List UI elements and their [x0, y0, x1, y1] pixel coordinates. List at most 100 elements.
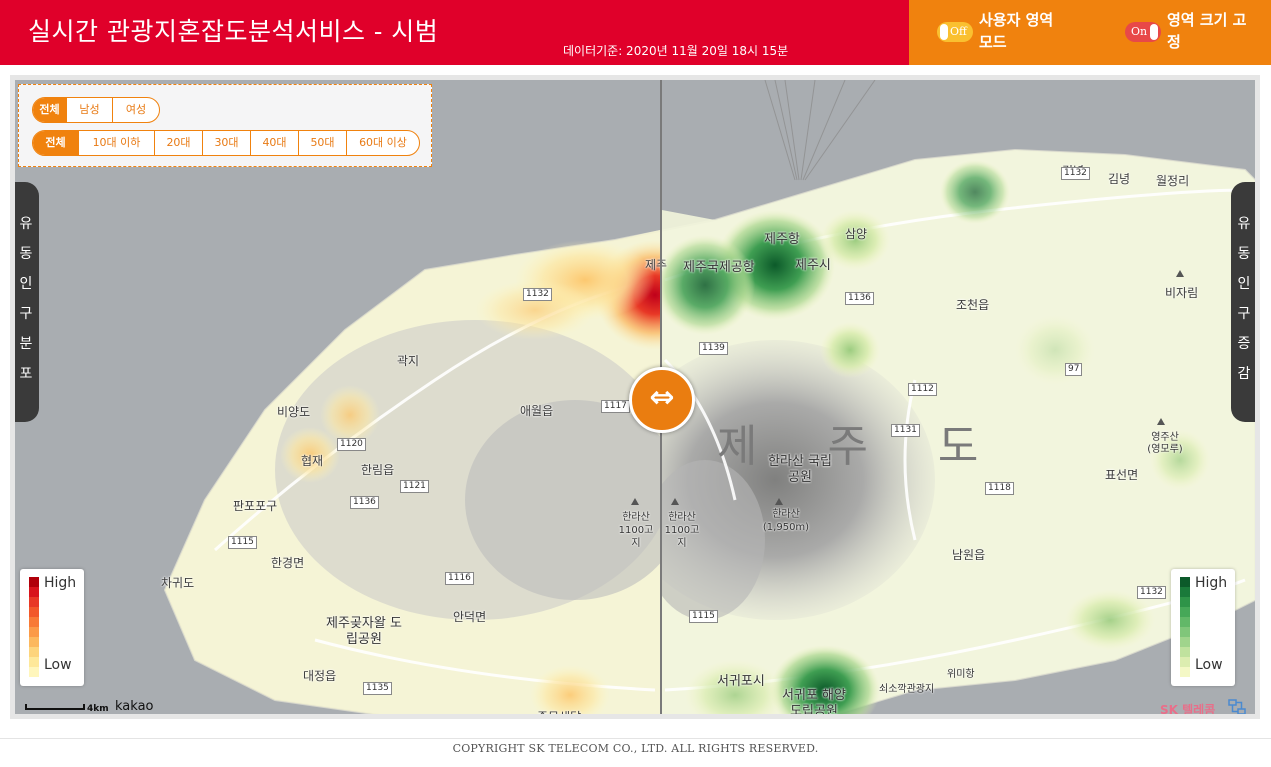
age-option-50s[interactable]: 50대 [299, 131, 347, 155]
road-number: 1115 [228, 536, 257, 549]
fix-area-size-label: 영역 크기 고정 [1167, 11, 1247, 51]
gender-option-male[interactable]: 남성 [67, 98, 113, 122]
place-panpo: 판포포구 [233, 499, 278, 513]
road-number: 1116 [445, 572, 474, 585]
place-gimnyeong-beach: 김녕 [1108, 172, 1131, 186]
footer-divider [0, 738, 1271, 739]
age-option-all[interactable]: 전체 [33, 131, 79, 155]
tab-char: 동 [1237, 246, 1251, 262]
age-option-10s[interactable]: 10대 이하 [79, 131, 155, 155]
legend-swatch [1180, 657, 1190, 667]
tab-char: 분 [19, 336, 33, 352]
legend-swatch [1180, 647, 1190, 657]
legend-high-label: High [1195, 575, 1228, 591]
place-woljeongri: 월정리 [1156, 174, 1190, 188]
legend-swatch [29, 637, 39, 647]
population-distribution-tab[interactable]: 유 동 인 구 분 포 [15, 182, 39, 422]
legend-swatch [29, 617, 39, 627]
place-hyeopjae: 협재 [301, 454, 324, 468]
tab-char: 인 [1237, 276, 1251, 292]
place-pyoseon: 표선면 [1105, 468, 1139, 482]
toggle-knob [1150, 24, 1158, 40]
place-bijarim: 비자림 [1165, 286, 1199, 300]
road-number: 1132 [1061, 167, 1090, 180]
fix-area-size-toggle[interactable]: On [1125, 22, 1161, 42]
tab-char: 구 [1237, 306, 1251, 322]
place-jungmun: 중문색달 [537, 710, 582, 719]
app-title: 실시간 관광지혼잡도분석서비스 - 시범 [28, 17, 439, 46]
island-label: 제 주 도 [717, 421, 1007, 472]
place-namwon: 남원읍 [952, 548, 986, 562]
app-header: 실시간 관광지혼잡도분석서비스 - 시범 데이터기준: 2020년 11월 20… [0, 0, 1271, 65]
place-jeju-airport: 제주국제공항 [683, 260, 755, 275]
place-andeok: 안덕면 [453, 610, 487, 624]
place-gwakji: 곽지 [397, 354, 420, 368]
map-scale-label: 4km [87, 704, 109, 714]
legend-swatch [29, 647, 39, 657]
toggle-state-text: Off [950, 25, 967, 38]
road-number: 1121 [400, 480, 429, 493]
road-number: 1118 [985, 482, 1014, 495]
place-hangyeong: 한경면 [271, 556, 305, 570]
legend-swatch [1180, 577, 1190, 587]
population-change-tab[interactable]: 유 동 인 구 증 감 [1231, 182, 1255, 422]
age-option-30s[interactable]: 30대 [203, 131, 251, 155]
gender-option-female[interactable]: 여성 [113, 98, 159, 122]
age-filter: 전체 10대 이하 20대 30대 40대 50대 60대 이상 [32, 130, 420, 156]
place-seogwipo-park: 서귀포 해양 도립공원 [782, 688, 846, 719]
kakao-logo: kakao [115, 699, 154, 714]
road-number: 97 [1065, 363, 1083, 376]
legend-swatch [29, 597, 39, 607]
legend-swatch [29, 657, 39, 667]
place-1100-highland-left: 한라산 1100고지 [618, 512, 654, 549]
road-number: 1135 [363, 682, 392, 695]
legend-swatch [1180, 597, 1190, 607]
legend-swatch [1180, 587, 1190, 597]
road-number: 1117 [601, 400, 630, 413]
place-hallasan-park: 한라산 국립공원 [768, 454, 832, 485]
place-seogwipo: 서귀포시 [717, 674, 765, 689]
road-number: 1120 [337, 438, 366, 451]
network-icon[interactable] [1228, 699, 1246, 715]
tab-char: 구 [19, 306, 33, 322]
place-jocheon: 조천읍 [956, 298, 990, 312]
tab-char: 유 [1237, 216, 1251, 232]
legend-swatch [1180, 617, 1190, 627]
place-jeju-port: 제주항 [764, 232, 800, 247]
place-yeongjusan: 영주산 (영모루) [1147, 432, 1183, 455]
place-hallasan-peak: 한라산 (1,950m) [762, 509, 810, 533]
road-number: 1112 [908, 383, 937, 396]
place-jeju-gotjawal: 제주곶자왈 도립공원 [326, 616, 402, 647]
road-number: 1136 [845, 292, 874, 305]
legend-color-ramp [1180, 577, 1190, 677]
legend-swatch [1180, 667, 1190, 677]
age-option-40s[interactable]: 40대 [251, 131, 299, 155]
road-number: 1136 [350, 496, 379, 509]
road-number: 1132 [523, 288, 552, 301]
legend-low-label: Low [44, 657, 72, 673]
road-number: 1131 [891, 424, 920, 437]
legend-swatch [29, 667, 39, 677]
user-area-mode-toggle[interactable]: Off [937, 22, 973, 42]
age-option-20s[interactable]: 20대 [155, 131, 203, 155]
tab-char: 포 [19, 366, 33, 382]
place-chagwido: 차귀도 [161, 576, 195, 590]
road-number: 1132 [1137, 586, 1166, 599]
sk-telecom-logo: SK 텔레콤 [1160, 703, 1216, 717]
user-area-mode-label: 사용자 영역 모드 [979, 11, 1054, 51]
tab-char: 유 [19, 216, 33, 232]
compare-swap-handle[interactable]: ⇔ [629, 367, 695, 433]
road-number: 1139 [699, 342, 728, 355]
distribution-legend: High Low [20, 569, 84, 686]
age-option-60s[interactable]: 60대 이상 [347, 131, 419, 155]
tab-char: 증 [1237, 336, 1251, 352]
place-soesokkak: 쇠소깍관광지 [879, 684, 935, 695]
tab-char: 인 [19, 276, 33, 292]
legend-swatch [1180, 607, 1190, 617]
gender-option-all[interactable]: 전체 [33, 98, 67, 122]
toggle-bar: Off 사용자 영역 모드 On 영역 크기 고정 [909, 0, 1271, 65]
place-wimihang: 위미항 [947, 669, 975, 680]
place-aewol: 애월읍 [520, 404, 554, 418]
map-view[interactable]: 제 주 도 제주항 제주국제공항 제주시 삼양 김녕 김녕 월정리 조천읍 비자… [10, 75, 1260, 719]
toggle-knob [940, 24, 948, 40]
